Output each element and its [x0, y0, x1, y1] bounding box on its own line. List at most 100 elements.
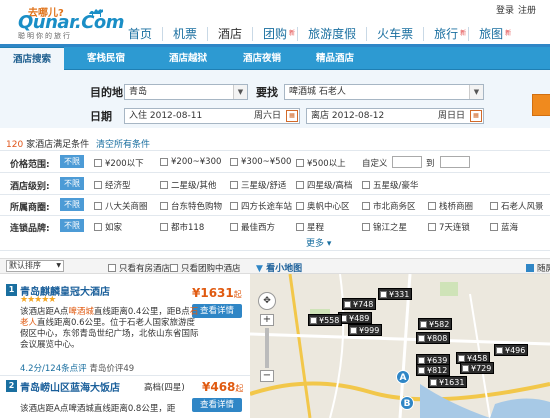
chain-no-limit-button[interactable]: 不限: [60, 219, 84, 232]
map-title[interactable]: ▼ 看小地图: [256, 261, 302, 274]
checkbox-icon: [94, 159, 102, 167]
checkbox-icon: [230, 158, 238, 166]
zoom-slider[interactable]: [265, 328, 269, 368]
more-filters-link[interactable]: 更多 ▾: [306, 236, 331, 249]
map-price-pin[interactable]: ¥331: [378, 288, 413, 300]
map-price-pin[interactable]: ¥808: [416, 332, 451, 344]
nav-map[interactable]: 旅图新: [469, 22, 513, 46]
checkbox-icon: [230, 223, 238, 231]
star-option[interactable]: 三星级/舒适: [230, 179, 286, 191]
checkout-input[interactable]: 离店 2012-08-12 周日日 ▦: [306, 108, 484, 124]
tab-inns[interactable]: 客栈民宿: [76, 47, 136, 70]
tab-boutique[interactable]: 精品酒店: [305, 47, 365, 70]
nav-home[interactable]: 首页: [118, 22, 162, 46]
nav-flights[interactable]: 机票: [163, 22, 207, 46]
map-price-pin[interactable]: ¥812: [416, 364, 451, 376]
price-max-input[interactable]: [440, 156, 470, 168]
location-marker-b[interactable]: B: [400, 396, 414, 410]
chain-option[interactable]: 最佳西方: [230, 221, 275, 233]
tab-hotel-escape[interactable]: 酒店越狱: [158, 47, 218, 70]
nav-groupbuy[interactable]: 团购新: [253, 22, 297, 46]
calendar-icon[interactable]: ▦: [286, 110, 298, 122]
checkbox-icon: [490, 223, 498, 231]
review-link[interactable]: 4.2分/124条点评 青岛价评49: [20, 362, 134, 374]
checkbox-icon: [296, 181, 304, 189]
zoom-out-icon[interactable]: −: [260, 370, 274, 382]
area-option[interactable]: 石老人风景: [490, 200, 544, 212]
map-price-pin[interactable]: ¥1631: [428, 376, 468, 388]
only-groupbuy-checkbox[interactable]: 只看团购中酒店: [170, 262, 241, 274]
destination-select[interactable]: 青岛 ▼: [124, 84, 248, 100]
checkbox-icon: [362, 223, 370, 231]
nav-hotels[interactable]: 酒店: [208, 22, 252, 46]
divider: [0, 375, 250, 376]
area-option[interactable]: 四方长途车站: [230, 200, 292, 212]
chevron-down-icon: ▼: [233, 85, 247, 99]
map-price-pin[interactable]: ¥748: [342, 298, 377, 310]
nav-vacation[interactable]: 旅游度假: [298, 22, 366, 46]
area-option[interactable]: 栈桥商圈: [428, 200, 473, 212]
checkbox-icon: [230, 202, 238, 210]
zoom-in-icon[interactable]: +: [260, 314, 274, 326]
star-no-limit-button[interactable]: 不限: [60, 177, 84, 190]
location-marker-a[interactable]: A: [396, 370, 410, 384]
price-option[interactable]: ¥300~¥500: [230, 157, 291, 167]
map-price-pin[interactable]: ¥496: [494, 344, 529, 356]
price-no-limit-button[interactable]: 不限: [60, 155, 84, 168]
area-option[interactable]: 台东特色购物: [160, 200, 222, 212]
hotel-map[interactable]: ✥ + − ¥331 ¥748 ¥489 ¥558 ¥999 ¥582 ¥808…: [250, 274, 550, 418]
star-option[interactable]: 五星级/豪华: [362, 179, 418, 191]
register-link[interactable]: 注册: [518, 3, 536, 16]
pan-control-icon[interactable]: ✥: [258, 292, 276, 310]
hotel-name-link[interactable]: 青岛崂山区蓝海大饭店: [20, 379, 120, 394]
area-option[interactable]: 奥帆中心区: [296, 200, 350, 212]
checkin-input[interactable]: 入住 2012-08-11 周六日 ▦: [124, 108, 300, 124]
star-option[interactable]: 经济型: [94, 179, 131, 191]
chain-option[interactable]: 锦江之星: [362, 221, 407, 233]
map-price-pin[interactable]: ¥582: [418, 318, 453, 330]
area-option[interactable]: 八大关商圈: [94, 200, 148, 212]
price-option[interactable]: ¥200以下: [94, 157, 144, 169]
filter-chain-label: 连锁品牌:: [10, 224, 50, 234]
near-input[interactable]: 啤酒城 石老人 ▼: [284, 84, 484, 100]
clear-filters-link[interactable]: 清空所有条件: [96, 140, 150, 150]
price-min-input[interactable]: [392, 156, 422, 168]
map-price-pin[interactable]: ¥729: [460, 362, 495, 374]
login-link[interactable]: 登录: [496, 3, 514, 16]
chevron-down-icon: ▼: [469, 85, 483, 99]
area-option[interactable]: 市北商务区: [362, 200, 416, 212]
chevron-down-icon: ▼: [56, 262, 61, 269]
hotel-grade: 高档(四星): [144, 383, 185, 393]
divider: [0, 215, 550, 216]
checkbox-icon: [362, 181, 370, 189]
tab-hotel-search[interactable]: 酒店搜索: [0, 47, 64, 70]
price-option[interactable]: ¥200~¥300: [160, 157, 221, 167]
hotel-description: 该酒店距A点啤酒城直线距离0.8公里，距: [20, 404, 176, 414]
map-follow-toggle[interactable]: 随屏: [526, 262, 550, 274]
map-price-pin[interactable]: ¥489: [338, 312, 373, 324]
star-option[interactable]: 四星级/高档: [296, 179, 352, 191]
star-option[interactable]: 二星级/其他: [160, 179, 216, 191]
chain-option[interactable]: 星程: [296, 221, 324, 233]
map-price-pin[interactable]: ¥558: [308, 314, 343, 326]
chain-option[interactable]: 都市118: [160, 221, 204, 233]
chain-option[interactable]: 7天连锁: [428, 221, 470, 233]
nav-travel[interactable]: 旅行新: [424, 22, 468, 46]
price-option[interactable]: ¥500以上: [296, 157, 346, 169]
map-price-pin[interactable]: ¥999: [348, 324, 383, 336]
search-button[interactable]: [532, 94, 550, 116]
tab-hotel-night[interactable]: 酒店夜销: [232, 47, 292, 70]
only-available-checkbox[interactable]: 只看有房酒店: [108, 262, 170, 274]
chain-option[interactable]: 蓝海: [490, 221, 518, 233]
sort-select[interactable]: 默认排序 ▼: [6, 260, 64, 272]
divider: [0, 172, 550, 173]
checkbox-icon: [428, 223, 436, 231]
map-zoom-control[interactable]: ✥ + −: [258, 292, 280, 382]
calendar-icon[interactable]: ▦: [470, 110, 482, 122]
main-nav: 首页 机票 酒店 团购新 旅游度假 火车票 旅行新 旅图新: [118, 22, 513, 46]
area-no-limit-button[interactable]: 不限: [60, 198, 84, 211]
divider: [0, 250, 550, 251]
nav-train[interactable]: 火车票: [367, 22, 423, 46]
chain-option[interactable]: 如家: [94, 221, 122, 233]
site-logo[interactable]: Qunar.Com: [18, 12, 125, 33]
